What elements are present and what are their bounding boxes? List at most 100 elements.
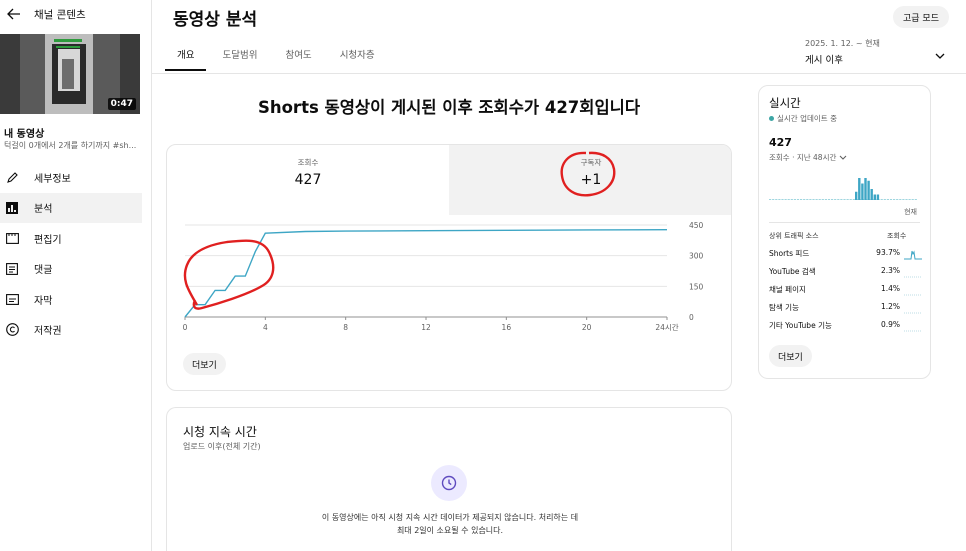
chevron-down-icon[interactable] [839, 155, 847, 161]
live-dot-icon [769, 116, 774, 121]
hist-bar [883, 199, 886, 200]
tab-engagement[interactable]: 참여도 [273, 40, 323, 71]
video-thumbnail[interactable]: 0:47 [0, 34, 140, 114]
hist-bar [846, 199, 849, 200]
tab-overview[interactable]: 개요 [165, 40, 207, 71]
realtime-card: 실시간 실시간 업데이트 중 427 조회수 · 지난 48시간 현재 상위 트… [758, 85, 931, 379]
back-to-channel-content[interactable]: 채널 콘텐츠 [4, 3, 86, 25]
realtime-period-selector[interactable]: 조회수 · 지난 48시간 [769, 152, 847, 163]
traffic-source-percent: 1.2% [880, 302, 900, 311]
hist-bar [812, 199, 815, 200]
date-range-selector[interactable]: 2025. 1. 12. ~ 현재 게시 이후 [805, 38, 880, 66]
x-tick-label: 20 [582, 323, 592, 332]
traffic-source-row: 기타 YouTube 기능 0.9% [769, 318, 922, 336]
metric-value: 427 [294, 172, 322, 188]
views-column-header: 조회수 [887, 232, 907, 240]
analytics-icon [5, 201, 19, 215]
hist-bar [896, 199, 899, 200]
sidebar-item-label: 저작권 [34, 326, 62, 338]
sidebar-nav: 세부정보 분석 편집기 댓글 자막 저작권 [0, 162, 142, 345]
y-tick-label: 300 [689, 252, 704, 261]
sidebar-item-editor[interactable]: 편집기 [0, 223, 142, 254]
realtime-see-more-button[interactable]: 더보기 [769, 345, 812, 367]
tab-audience[interactable]: 시청자층 [328, 40, 387, 71]
video-duration: 0:47 [107, 98, 136, 110]
sidebar-item-analytics[interactable]: 분석 [0, 192, 142, 223]
hist-bar [849, 199, 852, 200]
sparkline [904, 330, 922, 332]
hist-bar [886, 199, 889, 200]
hist-bar [908, 199, 911, 200]
metric-views[interactable]: 조회수 427 [167, 145, 449, 215]
hist-bar [787, 199, 790, 200]
sidebar-item-label: 세부정보 [34, 173, 71, 185]
watch-time-message: 이 동영상에는 아직 시청 지속 시간 데이터가 제공되지 않습니다. 처리하는… [321, 513, 579, 535]
hist-bar [858, 178, 861, 200]
hist-bar [818, 199, 821, 200]
sidebar-item-comments[interactable]: 댓글 [0, 254, 142, 285]
hist-bar [876, 194, 880, 200]
hist-bar [889, 199, 893, 200]
subtitles-icon [5, 292, 19, 306]
hist-bar [793, 199, 796, 200]
hist-bar [796, 199, 800, 200]
x-tick-label: 16 [502, 323, 512, 332]
metric-label: 조회수 [297, 158, 319, 167]
hist-bar [905, 199, 908, 200]
watch-time-subtitle: 업로드 이후(전체 기간) [183, 442, 261, 451]
hist-bar [914, 199, 917, 200]
hist-bar [870, 189, 873, 200]
chevron-down-icon[interactable] [935, 45, 945, 64]
sidebar: 채널 콘텐츠 0:47 내 동영상 턱걸이 0개에서 2개를 하기까지 #sh.… [0, 0, 152, 551]
hist-bar [778, 199, 781, 200]
sidebar-item-details[interactable]: 세부정보 [0, 162, 142, 193]
back-label: 채널 콘텐츠 [34, 8, 86, 21]
realtime-live-indicator: 실시간 업데이트 중 [769, 113, 837, 124]
y-tick-label: 0 [689, 313, 694, 322]
realtime-period-label: 조회수 · 지난 48시간 [769, 153, 837, 162]
traffic-source-name: 기타 YouTube 기능 [769, 321, 832, 330]
sidebar-item-copyright[interactable]: 저작권 [0, 315, 142, 346]
hist-bar [790, 199, 793, 200]
hist-bar [815, 199, 818, 200]
hist-bar [899, 199, 902, 200]
red-circle-annotation [560, 151, 616, 197]
hist-bar [775, 199, 778, 200]
traffic-source-name: YouTube 검색 [769, 267, 816, 276]
sidebar-item-label: 자막 [34, 295, 53, 307]
metric-subscribers[interactable]: 구독자 +1 [449, 145, 731, 215]
comments-icon [5, 262, 19, 276]
tab-reach[interactable]: 도달범위 [210, 40, 269, 71]
hist-bar [855, 191, 858, 200]
x-tick-label: 24시간 [655, 322, 678, 332]
header-divider [152, 73, 966, 74]
traffic-source-name: 채널 페이지 [769, 285, 806, 294]
sparkline-path [904, 250, 922, 260]
advanced-mode-button[interactable]: 고급 모드 [893, 6, 949, 28]
sparkline [904, 250, 922, 260]
realtime-view-count: 427 [769, 136, 792, 149]
hist-bar [781, 199, 784, 200]
back-arrow-icon[interactable] [4, 4, 24, 24]
sidebar-item-subtitles[interactable]: 자막 [0, 284, 142, 315]
hist-bar [784, 199, 787, 200]
y-tick-label: 150 [689, 282, 704, 291]
hist-bar [864, 178, 867, 200]
traffic-source-percent: 2.3% [880, 266, 900, 275]
hist-bar [861, 183, 864, 200]
copyright-icon [5, 323, 19, 337]
traffic-source-row: 채널 페이지 1.4% [769, 282, 922, 300]
sidebar-item-label: 편집기 [34, 234, 62, 246]
hist-bar [873, 194, 876, 200]
hist-bar [806, 199, 809, 200]
hist-bar [843, 199, 846, 200]
see-more-button[interactable]: 더보기 [183, 353, 226, 375]
hist-bar [821, 199, 824, 200]
sidebar-item-label: 댓글 [34, 265, 53, 277]
views-chart: 0 150 300 450 0 4 8 12 16 20 24시간 [183, 221, 704, 332]
realtime-histogram [769, 178, 917, 200]
traffic-source-percent: 0.9% [880, 320, 900, 329]
hist-bar [893, 199, 896, 200]
traffic-source-header: 상위 트래픽 소스 [769, 232, 819, 240]
watch-time-title: 시청 지속 시간 [183, 425, 257, 439]
